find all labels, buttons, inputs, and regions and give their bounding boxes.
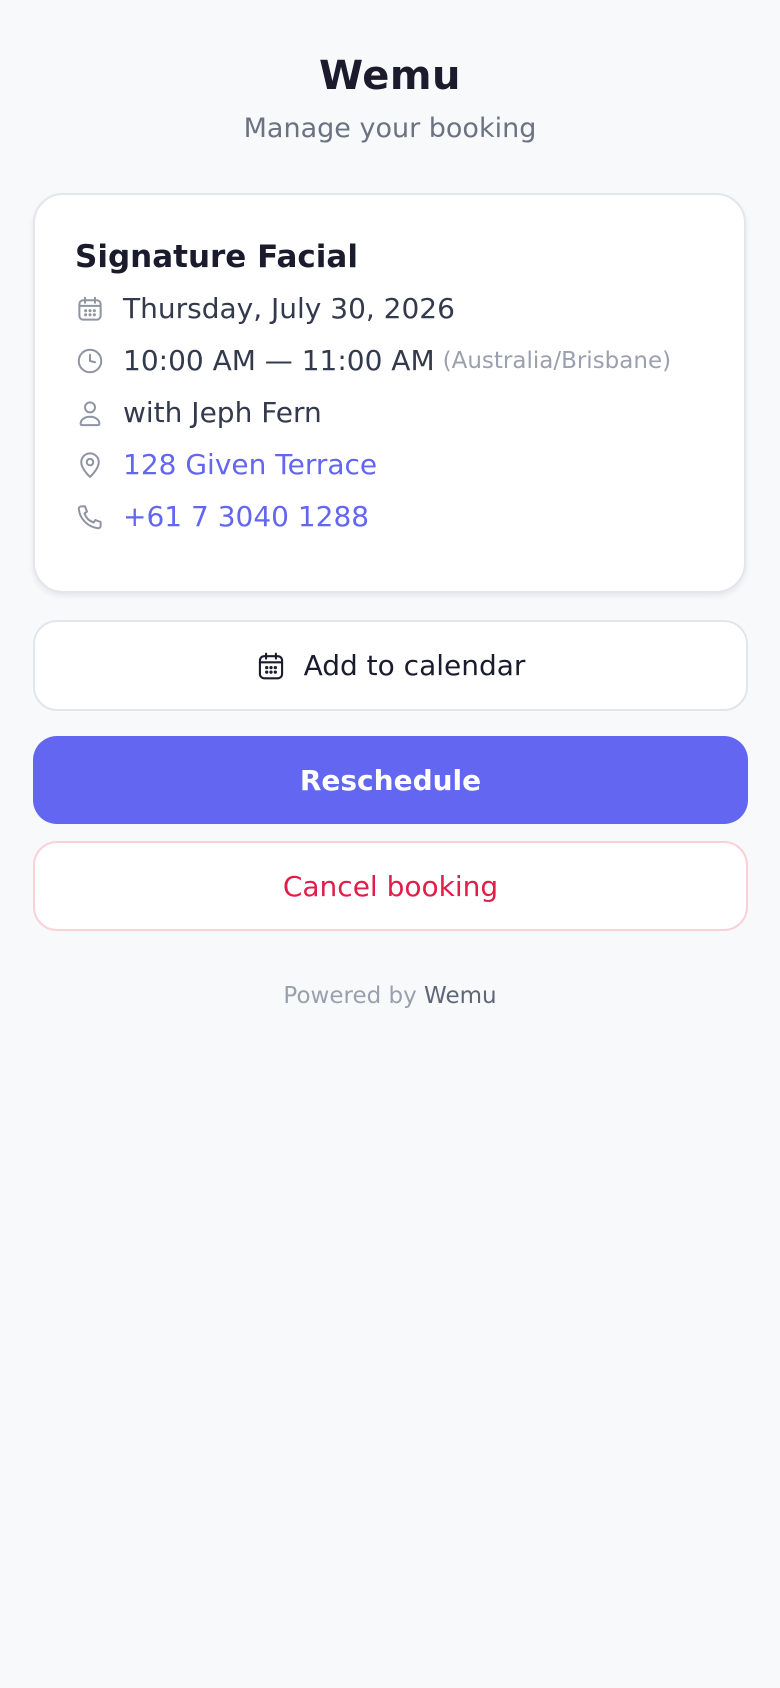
cancel-booking-label: Cancel booking — [282, 869, 499, 903]
powered-by-text: Powered by — [283, 983, 417, 1009]
phone-icon — [75, 502, 105, 532]
booking-time: 10:00 AM — 11:00 AM — [123, 344, 435, 377]
calendar-icon — [75, 294, 105, 324]
booking-date: Thursday, July 30, 2026 — [123, 292, 455, 325]
booking-card: Signature Facial Thursday, July 30, 2026 — [33, 193, 746, 593]
phone-row: +61 7 3040 1288 — [75, 497, 369, 537]
staff-row: with Jeph Fern — [75, 393, 322, 433]
footer-brand-link[interactable]: Wemu — [424, 983, 497, 1009]
phone-link[interactable]: +61 7 3040 1288 — [123, 497, 369, 537]
page-subtitle: Manage your booking — [243, 113, 537, 144]
calendar-icon — [256, 650, 286, 682]
cancel-booking-button[interactable]: Cancel booking — [33, 841, 748, 931]
date-row: Thursday, July 30, 2026 — [75, 289, 455, 329]
booking-timezone: (Australia/Brisbane) — [442, 348, 672, 374]
reschedule-label: Reschedule — [299, 763, 482, 797]
footer: Powered by Wemu — [0, 978, 780, 1014]
time-row: 10:00 AM — 11:00 AM (Australia/Brisbane) — [75, 341, 671, 381]
service-name: Signature Facial — [75, 239, 358, 275]
reschedule-button[interactable]: Reschedule — [33, 736, 748, 824]
address-link[interactable]: 128 Given Terrace — [123, 445, 377, 485]
brand-title: Wemu — [319, 53, 461, 99]
staff-name: with Jeph Fern — [123, 396, 322, 429]
add-to-calendar-button[interactable]: Add to calendar — [33, 620, 748, 711]
page-header: Wemu Manage your booking — [0, 50, 780, 146]
user-icon — [75, 398, 105, 428]
add-to-calendar-label: Add to calendar — [303, 648, 526, 682]
clock-icon — [75, 346, 105, 376]
address-row: 128 Given Terrace — [75, 445, 377, 485]
map-pin-icon — [75, 450, 105, 480]
